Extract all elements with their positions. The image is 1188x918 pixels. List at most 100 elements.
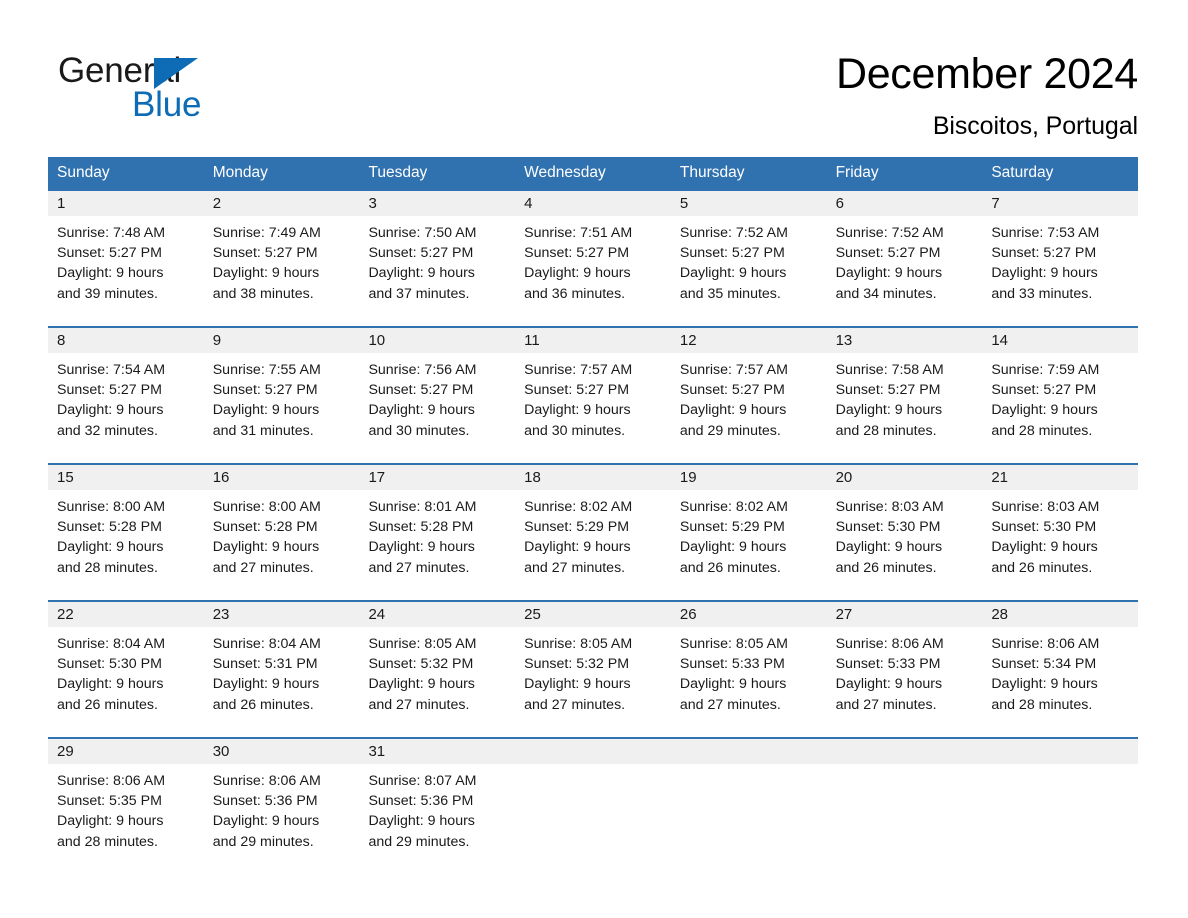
day-cell[interactable]: Sunrise: 7:57 AM Sunset: 5:27 PM Daylight:… [515, 353, 671, 453]
day-number[interactable]: 18 [515, 465, 671, 490]
day-cell[interactable]: Sunrise: 7:55 AM Sunset: 5:27 PM Daylight:… [204, 353, 360, 453]
day-sunset-text: Sunset: 5:36 PM [212, 793, 318, 810]
day-cell[interactable]: Sunrise: 8:06 AM Sunset: 5:33 PM Daylight:… [827, 627, 983, 727]
day-daylight-1-text: Daylight: 9 hours [368, 813, 475, 830]
day-cell[interactable]: Sunrise: 8:04 AM Sunset: 5:30 PM Daylight:… [48, 627, 204, 727]
day-number[interactable]: 2 [204, 191, 360, 216]
day-cell[interactable]: Sunrise: 8:06 AM Sunset: 5:34 PM Daylight:… [982, 627, 1138, 727]
day-number[interactable]: 15 [48, 465, 204, 490]
day-daylight-1-text: Daylight: 9 hours [835, 402, 943, 419]
day-cell[interactable]: Sunrise: 7:51 AM Sunset: 5:27 PM Daylight:… [515, 216, 671, 316]
day-daylight-1-text: Daylight: 9 hours [57, 539, 164, 556]
day-number[interactable]: 19 [671, 465, 827, 490]
day-daylight-2-text: and 27 minutes. [524, 559, 626, 576]
day-number[interactable]: 8 [48, 328, 204, 353]
day-number[interactable]: 29 [48, 739, 204, 764]
day-number[interactable]: 1 [48, 191, 204, 216]
day-sunrise-text: Sunrise: 7:57 AM [679, 362, 788, 378]
day-number[interactable]: 5 [671, 191, 827, 216]
day-cell[interactable]: Sunrise: 7:52 AM Sunset: 5:27 PM Daylight:… [827, 216, 983, 316]
day-cell[interactable]: Sunrise: 8:05 AM Sunset: 5:33 PM Daylight:… [671, 627, 827, 727]
day-cell[interactable]: Sunrise: 7:59 AM Sunset: 5:27 PM Daylight:… [982, 353, 1138, 453]
day-cell[interactable]: Sunrise: 8:05 AM Sunset: 5:32 PM Daylight:… [359, 627, 515, 727]
day-daylight-2-text: and 27 minutes. [368, 696, 470, 713]
day-daylight-1-text: Daylight: 9 hours [212, 539, 320, 556]
day-number[interactable]: 30 [204, 739, 360, 764]
day-sunrise-text: Sunrise: 8:06 AM [57, 773, 166, 789]
day-daylight-2-text: and 34 minutes. [835, 285, 937, 302]
day-number[interactable]: 11 [515, 328, 671, 353]
day-number [515, 739, 671, 764]
day-daylight-2-text: and 27 minutes. [679, 696, 781, 713]
day-sunset-text: Sunset: 5:32 PM [368, 656, 474, 673]
day-number[interactable]: 14 [982, 328, 1138, 353]
day-daylight-1-text: Daylight: 9 hours [835, 676, 943, 693]
day-number-row: 22 23 24 25 26 27 28 [48, 602, 1138, 627]
day-sunrise-text: Sunrise: 7:59 AM [991, 362, 1100, 378]
day-cell[interactable]: Sunrise: 7:49 AM Sunset: 5:27 PM Daylight:… [204, 216, 360, 316]
day-cell[interactable]: Sunrise: 8:06 AM Sunset: 5:35 PM Daylight:… [48, 764, 204, 864]
page-header: General Blue December 2024 Biscoitos, Po… [0, 0, 1188, 155]
day-sunset-text: Sunset: 5:27 PM [835, 245, 941, 262]
day-sunrise-text: Sunrise: 7:50 AM [368, 225, 477, 241]
weekday-header-sunday: Sunday [57, 164, 110, 181]
day-number[interactable]: 26 [671, 602, 827, 627]
day-cell[interactable]: Sunrise: 8:00 AM Sunset: 5:28 PM Daylight:… [48, 490, 204, 590]
day-number[interactable]: 21 [982, 465, 1138, 490]
day-number[interactable]: 7 [982, 191, 1138, 216]
day-number-row: 15 16 17 18 19 20 21 [48, 465, 1138, 490]
day-number[interactable]: 31 [359, 739, 515, 764]
day-number[interactable]: 22 [48, 602, 204, 627]
day-number[interactable]: 23 [204, 602, 360, 627]
day-number[interactable]: 20 [827, 465, 983, 490]
day-sunset-text: Sunset: 5:28 PM [57, 519, 162, 536]
calendar-week-row: 22 23 24 25 26 27 28 Sunrise: 8:04 AM Sunset: 5:… [48, 600, 1138, 727]
day-cell[interactable]: Sunrise: 7:57 AM Sunset: 5:27 PM Daylight:… [671, 353, 827, 453]
day-number[interactable]: 24 [359, 602, 515, 627]
weekday-header-monday: Monday [212, 164, 268, 181]
day-cell[interactable]: Sunrise: 8:00 AM Sunset: 5:28 PM Daylight:… [204, 490, 360, 590]
day-number[interactable]: 9 [204, 328, 360, 353]
day-sunset-text: Sunset: 5:30 PM [57, 656, 162, 673]
day-sunset-text: Sunset: 5:28 PM [212, 519, 318, 536]
day-cell[interactable]: Sunrise: 7:48 AM Sunset: 5:27 PM Daylight:… [48, 216, 204, 316]
day-cell[interactable]: Sunrise: 7:52 AM Sunset: 5:27 PM Daylight:… [671, 216, 827, 316]
day-number[interactable]: 25 [515, 602, 671, 627]
weekday-header-friday: Friday [835, 164, 879, 181]
day-number[interactable]: 13 [827, 328, 983, 353]
day-number[interactable]: 27 [827, 602, 983, 627]
day-number[interactable]: 6 [827, 191, 983, 216]
day-number[interactable]: 4 [515, 191, 671, 216]
day-cell[interactable]: Sunrise: 7:53 AM Sunset: 5:27 PM Daylight:… [982, 216, 1138, 316]
day-cell[interactable]: Sunrise: 8:03 AM Sunset: 5:30 PM Daylight:… [827, 490, 983, 590]
day-cell[interactable]: Sunrise: 8:06 AM Sunset: 5:36 PM Daylight:… [204, 764, 360, 864]
day-daylight-1-text: Daylight: 9 hours [368, 676, 475, 693]
day-detail-row: Sunrise: 7:48 AM Sunset: 5:27 PM Daylight:… [48, 216, 1138, 316]
day-number[interactable]: 28 [982, 602, 1138, 627]
day-cell[interactable]: Sunrise: 7:56 AM Sunset: 5:27 PM Daylight:… [359, 353, 515, 453]
day-cell[interactable]: Sunrise: 8:02 AM Sunset: 5:29 PM Daylight:… [515, 490, 671, 590]
day-cell[interactable]: Sunrise: 7:58 AM Sunset: 5:27 PM Daylight:… [827, 353, 983, 453]
day-cell[interactable]: Sunrise: 8:02 AM Sunset: 5:29 PM Daylight:… [671, 490, 827, 590]
day-number[interactable]: 10 [359, 328, 515, 353]
day-cell[interactable]: Sunrise: 7:54 AM Sunset: 5:27 PM Daylight:… [48, 353, 204, 453]
day-sunrise-text: Sunrise: 7:52 AM [835, 225, 944, 241]
day-daylight-1-text: Daylight: 9 hours [57, 265, 164, 282]
day-number[interactable]: 17 [359, 465, 515, 490]
day-number[interactable]: 12 [671, 328, 827, 353]
general-blue-logo[interactable]: General Blue [58, 52, 318, 128]
day-daylight-2-text: and 26 minutes. [679, 559, 781, 576]
day-sunset-text: Sunset: 5:29 PM [679, 519, 785, 536]
day-cell[interactable]: Sunrise: 7:50 AM Sunset: 5:27 PM Daylight:… [359, 216, 515, 316]
day-sunrise-text: Sunrise: 7:58 AM [835, 362, 944, 378]
day-cell[interactable]: Sunrise: 8:03 AM Sunset: 5:30 PM Daylight:… [982, 490, 1138, 590]
weekday-header-tuesday: Tuesday [368, 164, 428, 181]
calendar-page: General Blue December 2024 Biscoitos, Po… [0, 0, 1188, 918]
day-cell[interactable]: Sunrise: 8:01 AM Sunset: 5:28 PM Daylight:… [359, 490, 515, 590]
day-number[interactable]: 16 [204, 465, 360, 490]
day-number[interactable]: 3 [359, 191, 515, 216]
day-sunrise-text: Sunrise: 7:57 AM [524, 362, 633, 378]
day-cell[interactable]: Sunrise: 8:04 AM Sunset: 5:31 PM Daylight:… [204, 627, 360, 727]
day-cell[interactable]: Sunrise: 8:05 AM Sunset: 5:32 PM Daylight:… [515, 627, 671, 727]
day-cell[interactable]: Sunrise: 8:07 AM Sunset: 5:36 PM Daylight:… [359, 764, 515, 864]
